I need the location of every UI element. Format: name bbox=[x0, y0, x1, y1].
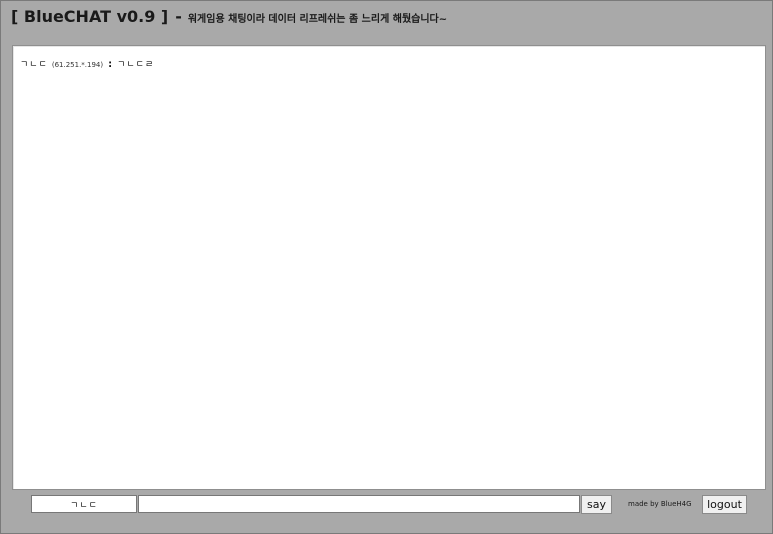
header-subtitle: 워게임용 채팅이라 데이터 리프레쉬는 좀 느리게 해뒀습니다~ bbox=[187, 14, 448, 25]
made-by-credit: made by BlueH4G bbox=[628, 500, 692, 508]
header: [ BlueCHAT v0.9 ] - 워게임용 채팅이라 데이터 리프레쉬는 … bbox=[11, 7, 447, 31]
message-author: ㄱㄴㄷ bbox=[20, 60, 48, 70]
title-separator: - bbox=[175, 7, 182, 26]
chat-message: ㄱㄴㄷ (61.251.*.194) : ㄱㄴㄷㄹ bbox=[20, 57, 758, 70]
chat-log[interactable]: ㄱㄴㄷ (61.251.*.194) : ㄱㄴㄷㄹ bbox=[12, 45, 766, 490]
input-bar: say made by BlueH4G logout bbox=[1, 491, 772, 521]
message-text: ㄱㄴㄷㄹ bbox=[117, 60, 155, 70]
nickname-input[interactable] bbox=[31, 495, 137, 513]
say-button[interactable]: say bbox=[581, 495, 612, 514]
logout-button[interactable]: logout bbox=[702, 495, 747, 514]
message-separator: : bbox=[108, 59, 113, 70]
message-ip: (61.251.*.194) bbox=[51, 61, 104, 69]
message-input[interactable] bbox=[138, 495, 580, 513]
app-title: [ BlueCHAT v0.9 ] bbox=[11, 7, 169, 26]
bluechat-window: { "header": { "title": "[ BlueCHAT v0.9 … bbox=[0, 0, 773, 534]
